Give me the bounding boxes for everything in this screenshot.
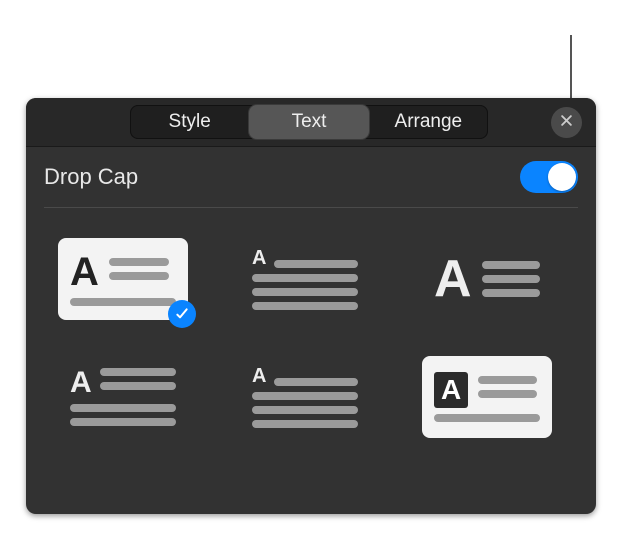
- letter-a-inverse-icon: A: [434, 372, 468, 408]
- dropcap-option-3[interactable]: A: [422, 238, 552, 320]
- dropcap-option-1[interactable]: A: [58, 238, 188, 320]
- checkmark-icon: [168, 300, 196, 328]
- format-panel: Style Text Arrange Drop Cap A: [26, 98, 596, 514]
- dropcap-option-2[interactable]: A: [240, 238, 370, 320]
- tab-text[interactable]: Text: [249, 105, 368, 139]
- dropcap-style-grid: A A: [26, 208, 596, 468]
- close-icon: [559, 113, 574, 133]
- letter-a-icon: A: [252, 248, 266, 268]
- letter-a-icon: A: [70, 368, 92, 398]
- dropcap-row: Drop Cap: [44, 147, 578, 208]
- tab-bar: Style Text Arrange: [26, 98, 596, 147]
- toggle-knob: [548, 163, 576, 191]
- tab-arrange[interactable]: Arrange: [369, 105, 488, 139]
- letter-a-icon: A: [70, 252, 99, 292]
- tab-segment: Style Text Arrange: [130, 105, 488, 139]
- tab-style[interactable]: Style: [130, 105, 249, 139]
- letter-a-icon: A: [434, 253, 472, 305]
- dropcap-option-5[interactable]: A: [240, 356, 370, 438]
- dropcap-option-6[interactable]: A: [422, 356, 552, 438]
- dropcap-option-4[interactable]: A: [58, 356, 188, 438]
- dropcap-toggle[interactable]: [520, 161, 578, 193]
- close-button[interactable]: [551, 107, 582, 138]
- dropcap-label: Drop Cap: [44, 164, 138, 190]
- letter-a-icon: A: [252, 366, 266, 386]
